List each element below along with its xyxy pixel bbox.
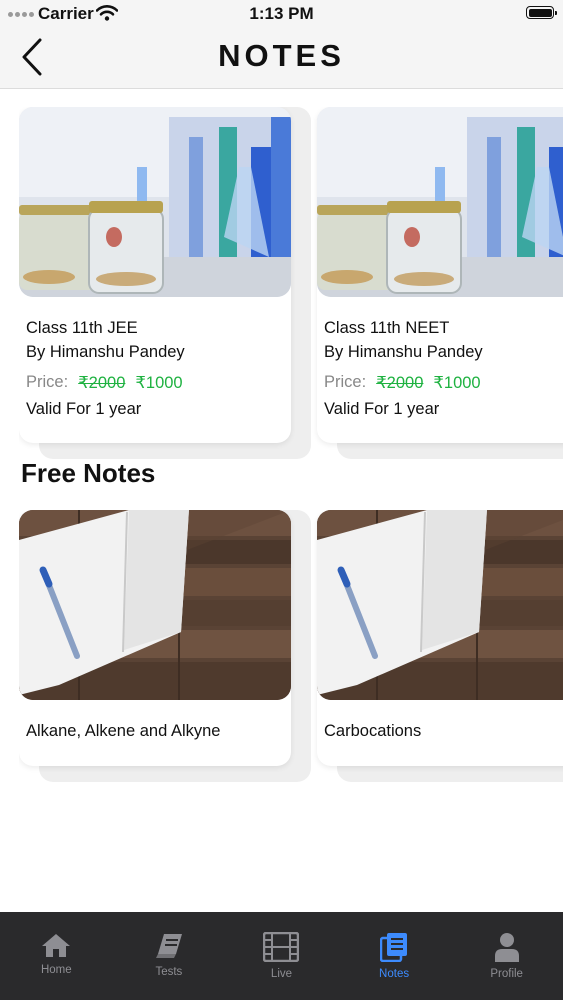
note-title: Class 11th NEET — [324, 319, 450, 337]
tab-label: Notes — [379, 968, 410, 980]
price-label: Price: — [324, 373, 367, 391]
free-note-title: Alkane, Alkene and Alkyne — [26, 722, 221, 740]
battery-icon — [526, 6, 557, 19]
notebook-image — [317, 510, 563, 700]
lab-image — [19, 107, 291, 297]
tab-tests[interactable]: Tests — [113, 912, 226, 1000]
film-icon — [263, 932, 300, 962]
home-icon — [42, 934, 71, 957]
new-price: ₹1000 — [135, 374, 183, 392]
new-price: ₹1000 — [433, 374, 481, 392]
tab-live[interactable]: Live — [225, 912, 338, 1000]
tab-home[interactable]: Home — [0, 912, 113, 1000]
book-icon — [155, 934, 182, 958]
paid-notes-carousel[interactable]: Class 11th JEE By Himanshu Pandey Price:… — [19, 107, 563, 459]
validity-text: Valid For 1 year — [26, 400, 142, 418]
tab-bar: Home Tests Live Notes Profile — [0, 912, 563, 1000]
tab-label: Live — [270, 968, 293, 980]
status-bar: Carrier 1:13 PM — [0, 0, 563, 30]
note-author: By Himanshu Pandey — [324, 343, 483, 361]
person-icon — [494, 933, 519, 962]
note-card[interactable]: Class 11th NEET By Himanshu Pandey Price… — [317, 107, 563, 459]
price-row: Price: ₹2000 ₹1000 — [26, 373, 183, 393]
free-notes-heading: Free Notes — [21, 458, 156, 488]
page-title: NOTES — [218, 38, 345, 73]
note-title: Class 11th JEE — [26, 319, 138, 337]
tab-notes[interactable]: Notes — [338, 912, 451, 1000]
notes-icon — [380, 933, 408, 962]
tab-label: Home — [40, 964, 72, 976]
notebook-image — [19, 510, 291, 700]
old-price: ₹2000 — [78, 374, 126, 392]
tab-profile[interactable]: Profile — [450, 912, 563, 1000]
validity-text: Valid For 1 year — [324, 400, 440, 418]
tab-label: Profile — [490, 968, 523, 980]
price-row: Price: ₹2000 ₹1000 — [324, 373, 481, 393]
lab-image — [317, 107, 563, 297]
free-notes-carousel[interactable]: Alkane, Alkene and Alkyne Carbocations — [19, 510, 563, 782]
price-label: Price: — [26, 373, 69, 391]
navigation-header: NOTES — [0, 30, 563, 89]
note-card[interactable]: Class 11th JEE By Himanshu Pandey Price:… — [19, 107, 311, 459]
status-time: 1:13 PM — [249, 4, 314, 23]
free-note-title: Carbocations — [324, 722, 422, 740]
note-author: By Himanshu Pandey — [26, 343, 185, 361]
old-price: ₹2000 — [376, 374, 424, 392]
tab-label: Tests — [155, 966, 183, 978]
free-note-card[interactable]: Alkane, Alkene and Alkyne — [19, 510, 311, 782]
free-note-card[interactable]: Carbocations — [317, 510, 563, 782]
